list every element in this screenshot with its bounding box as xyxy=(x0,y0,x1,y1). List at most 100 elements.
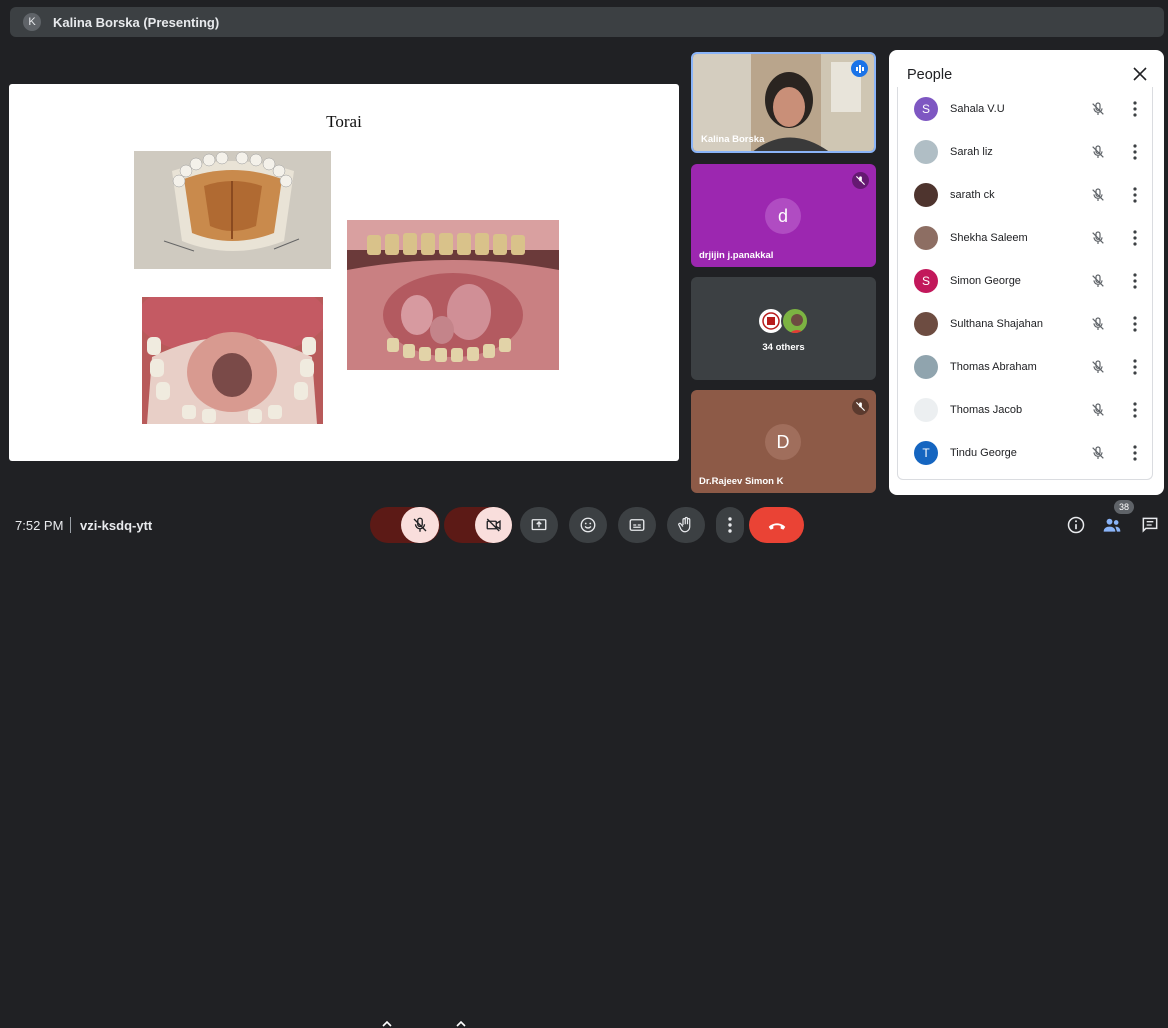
participant-row[interactable]: sarath ck xyxy=(898,173,1154,216)
hand-icon xyxy=(678,516,691,533)
tile-avatar: D xyxy=(765,424,801,460)
others-count-label: 34 others xyxy=(762,342,805,353)
present-icon xyxy=(531,519,547,531)
participant-avatar xyxy=(914,397,938,422)
present-screen-button[interactable] xyxy=(520,507,558,543)
participant-name: Simon George xyxy=(950,274,1021,287)
leave-call-button[interactable] xyxy=(749,507,804,543)
more-vert-icon[interactable] xyxy=(1130,186,1140,203)
presenter-title: Kalina Borska (Presenting) xyxy=(53,14,220,30)
more-options-button[interactable] xyxy=(716,507,744,543)
more-vert-icon[interactable] xyxy=(1130,143,1140,160)
mic-off-badge xyxy=(852,172,869,189)
participant-name: Sulthana Shajahan xyxy=(950,317,1043,330)
mic-off-icon[interactable] xyxy=(1090,359,1106,375)
participant-avatar: T xyxy=(914,440,938,465)
participant-name: Thomas Jacob xyxy=(950,403,1023,416)
participant-avatar xyxy=(914,182,938,207)
mic-off-icon xyxy=(413,517,427,532)
participant-row[interactable]: Shekha Saleem xyxy=(898,216,1154,259)
anatomy-illustration xyxy=(134,151,331,269)
more-vert-icon xyxy=(728,517,732,533)
participant-row[interactable]: Sulthana Shajahan xyxy=(898,302,1154,345)
mic-off-icon[interactable] xyxy=(1090,187,1106,203)
chevron-up-icon[interactable] xyxy=(382,1020,392,1028)
reactions-button[interactable] xyxy=(569,507,607,543)
participant-row[interactable]: Thomas Jacob xyxy=(898,388,1154,431)
participant-avatar: S xyxy=(914,268,938,293)
more-vert-icon[interactable] xyxy=(1130,229,1140,246)
mic-off-icon[interactable] xyxy=(1090,101,1106,117)
video-tile-drjijin[interactable]: d drjijin j.panakkal xyxy=(691,164,876,267)
emblem-icon xyxy=(762,312,780,330)
end-call-icon xyxy=(768,523,785,530)
participant-name: Sarah liz xyxy=(950,145,993,158)
camera-button[interactable] xyxy=(475,507,512,543)
people-panel: People S Sahala V.U Sarah liz sarath ck Shek… xyxy=(889,50,1164,495)
mic-off-icon[interactable] xyxy=(1090,316,1106,332)
presenter-bar: K Kalina Borska (Presenting) xyxy=(10,7,1164,37)
slide-title: Torai xyxy=(326,112,362,131)
divider xyxy=(70,517,71,533)
more-vert-icon[interactable] xyxy=(1130,315,1140,332)
captions-button[interactable] xyxy=(618,507,656,543)
mic-off-badge xyxy=(852,398,869,415)
clock: 7:52 PM xyxy=(15,518,64,533)
captions-icon xyxy=(629,519,645,531)
more-vert-icon[interactable] xyxy=(1130,358,1140,375)
participant-row[interactable]: S Sahala V.U xyxy=(898,87,1154,130)
participant-name: Sahala V.U xyxy=(950,102,1005,115)
participant-avatar xyxy=(914,139,938,164)
more-vert-icon[interactable] xyxy=(1130,272,1140,289)
mic-off-icon xyxy=(855,175,866,186)
speaking-indicator xyxy=(851,60,868,77)
tile-name: drjijin j.panakkal xyxy=(699,250,774,261)
emoji-icon xyxy=(580,517,596,533)
participant-name: Tindu George xyxy=(950,446,1017,459)
close-icon[interactable] xyxy=(1133,67,1147,81)
tile-name: Kalina Borska xyxy=(701,134,765,145)
participant-row[interactable]: Thomas Abraham xyxy=(898,345,1154,388)
video-tile-others[interactable]: 34 others xyxy=(691,277,876,380)
info-icon[interactable] xyxy=(1066,515,1086,535)
mic-off-icon[interactable] xyxy=(1090,230,1106,246)
raise-hand-button[interactable] xyxy=(667,507,705,543)
tile-name: Dr.Rajeev Simon K xyxy=(699,476,784,487)
chat-icon[interactable] xyxy=(1140,515,1160,535)
mic-off-icon[interactable] xyxy=(1090,144,1106,160)
participant-avatar xyxy=(914,225,938,250)
mic-off-icon[interactable] xyxy=(1090,445,1106,461)
presenter-avatar: K xyxy=(23,13,41,31)
tile-avatar: d xyxy=(765,198,801,234)
microphone-button[interactable] xyxy=(401,507,439,543)
participant-list[interactable]: S Sahala V.U Sarah liz sarath ck Shekha Sale… xyxy=(897,87,1153,480)
participant-avatar: S xyxy=(914,96,938,121)
audio-wave-icon xyxy=(855,64,864,73)
more-vert-icon[interactable] xyxy=(1130,100,1140,117)
others-avatar-2 xyxy=(781,307,809,335)
participant-avatar xyxy=(914,311,938,336)
bottom-toolbar: 7:52 PM vzi-ksdq-ytt 38 xyxy=(0,500,1168,1027)
mic-off-icon[interactable] xyxy=(1090,402,1106,418)
participant-name: sarath ck xyxy=(950,188,995,201)
people-icon[interactable] xyxy=(1102,515,1122,535)
people-panel-title: People xyxy=(907,67,953,83)
torus-photo-tongue xyxy=(142,297,323,424)
camera-off-icon xyxy=(486,518,501,532)
participant-row[interactable]: S Simon George xyxy=(898,259,1154,302)
meeting-code: vzi-ksdq-ytt xyxy=(80,518,153,533)
mic-off-icon[interactable] xyxy=(1090,273,1106,289)
torus-photo-mandible xyxy=(347,220,559,370)
mic-off-icon xyxy=(855,401,866,412)
participant-count-badge: 38 xyxy=(1114,500,1135,514)
participant-name: Thomas Abraham xyxy=(950,360,1037,373)
participant-row[interactable]: T Tindu George xyxy=(898,431,1154,474)
participant-name: Shekha Saleem xyxy=(950,231,1028,244)
more-vert-icon[interactable] xyxy=(1130,401,1140,418)
chevron-up-icon[interactable] xyxy=(456,1020,466,1028)
presentation-slide: Torai xyxy=(9,84,679,461)
more-vert-icon[interactable] xyxy=(1130,444,1140,461)
video-tile-kalina[interactable]: Kalina Borska xyxy=(691,52,876,153)
participant-row[interactable]: Sarah liz xyxy=(898,130,1154,173)
video-tile-rajeev[interactable]: D Dr.Rajeev Simon K xyxy=(691,390,876,493)
